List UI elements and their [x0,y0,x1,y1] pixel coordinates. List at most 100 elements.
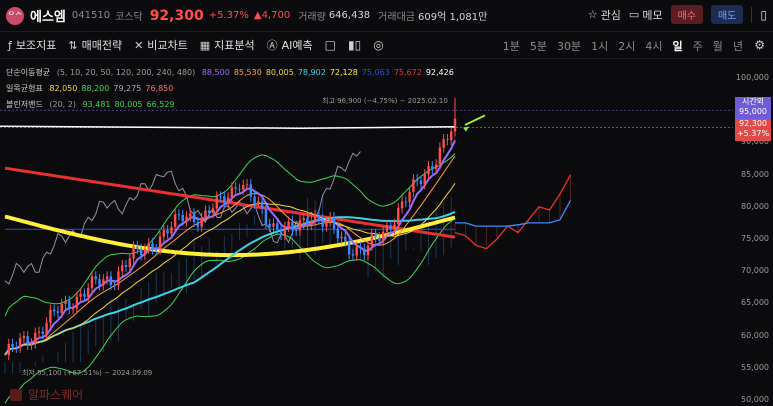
candle-body [181,214,184,222]
candle-body [117,271,120,286]
candle-body [438,147,442,165]
legend-value: 76,850 [145,84,174,93]
candle-body [49,309,52,323]
candle-body [370,234,374,246]
analysis-button[interactable]: ▦ 지표분석 [200,37,255,53]
candle-body [90,276,94,288]
analysis-label: 지표분석 [214,39,255,52]
low-annotation: 최저 55,100 (+67.51%) − 2024.09.09 [22,369,153,377]
ma-5-line [4,139,456,356]
ai-icon: Ⓐ [266,39,278,52]
candle-body [192,213,196,222]
ai-predict-button[interactable]: Ⓐ AI예측 [267,37,313,53]
volume-value: 646,438 [328,10,371,21]
period-option[interactable]: 월 [713,38,723,54]
square-tool-icon[interactable]: □ [325,38,336,52]
legend-value: 85,530 [233,68,262,77]
candle-tool-icon[interactable]: ▮▯ [348,38,361,52]
indicator-icon: ƒ [8,38,12,52]
memo-label: 메모 [642,8,663,22]
candle-body [298,220,302,231]
candle-body [11,343,14,347]
chart-canvas[interactable] [0,60,733,406]
buy-button[interactable]: 매수 [670,5,703,24]
legend-value: 92,426 [425,68,454,77]
candle-body [211,208,215,213]
candle-body [419,180,423,185]
period-option[interactable]: 년 [733,38,743,54]
panel-toggle-icon[interactable]: ▯ [760,8,767,22]
current-price-tag: 92,300 +5.37% [735,119,771,141]
period-option-active[interactable]: 일 [673,38,683,54]
candle-body [30,343,33,345]
candle-body [423,174,426,185]
ma-480-top-line [0,125,456,129]
candle-body [427,166,430,175]
divider [751,6,753,23]
analysis-icon: ▦ [199,38,211,52]
price-axis-tick: 70,000 [741,266,769,276]
candle-body [336,228,339,239]
price-axis-tick: 60,000 [741,330,769,340]
candle-body [83,293,86,297]
ichimoku-legend[interactable]: 일목균형표 82,050 88,200 79,275 76,850 [6,83,181,94]
stock-code: 041510 [71,10,111,21]
settings-icon[interactable]: ⚙ [754,38,765,52]
strategy-label: 매매전략 [81,39,123,52]
price-axis-tick: 55,000 [741,362,769,372]
candle-body [208,210,211,213]
price-axis-tick: 100,000 [735,73,769,82]
candle-body [158,236,162,250]
chart-area[interactable] [0,60,733,406]
ma-legend-values: 88,500 85,530 80,005 78,902 72,128 75,063 75,6… [202,68,458,77]
candle-body [397,208,400,225]
price-axis-tick: 75,000 [741,234,769,243]
period-option[interactable]: 2시 [618,38,635,54]
candle-body [238,188,241,190]
candle-body [234,187,237,189]
candle-body [355,247,358,256]
legend-value: 82,050 [49,84,78,93]
period-option[interactable]: 4시 [645,38,662,54]
candle-body [200,217,203,227]
bb-legend[interactable]: 볼린저밴드 (20, 2) 93,481 80,005 66,529 [6,99,183,110]
candle-body [317,214,321,220]
period-option[interactable]: 1분 [503,38,520,54]
high-annotation: 최고 96,900 (−4.75%) − 2025.02.10 [322,97,448,105]
candle-body [215,196,218,209]
chart-toolbar: ƒ 보조지표 ⇅ 매매전략 ✕ 비교차트 ▦ 지표분석 Ⓐ AI예측 □ ▮▯ … [0,31,773,59]
after-hours-tag: 시간외 95,000 [735,97,771,119]
period-option[interactable]: 1시 [591,38,608,54]
period-option[interactable]: 주 [693,38,703,54]
compare-button[interactable]: ✕ 비교차트 [134,37,188,53]
candle-body [34,332,37,344]
memo-button[interactable]: ▭ 메모 [629,7,663,23]
stock-name[interactable]: 에스엠 [30,6,66,25]
candle-body [56,311,60,313]
candle-body [329,217,332,222]
strategy-button[interactable]: ⇅ 매매전략 [68,37,122,53]
candle-body [393,224,396,230]
candle-body [389,225,392,230]
sell-button[interactable]: 매도 [710,5,744,24]
ma-legend[interactable]: 단순이동평균 (5, 10, 20, 50, 120, 200, 240, 48… [6,67,462,78]
candle-body [75,296,79,309]
candle-body [102,279,105,286]
candle-body [94,276,97,280]
candle-body [245,184,249,186]
interest-button[interactable]: ☆ 관심 [588,7,621,23]
candle-body [45,322,48,335]
candle-body [257,201,260,204]
candle-body [26,336,29,345]
period-option[interactable]: 30분 [557,38,581,54]
candle-body [279,229,283,235]
indicators-button[interactable]: ƒ 보조지표 [8,37,56,53]
candle-body [366,245,370,256]
candle-body [332,217,336,229]
candle-body [185,216,188,222]
period-option[interactable]: 5분 [530,38,547,54]
legend-value: 75,672 [393,68,422,77]
candle-body [173,214,177,227]
camera-icon[interactable]: ◎ [373,38,383,52]
arrow-head [463,126,469,132]
